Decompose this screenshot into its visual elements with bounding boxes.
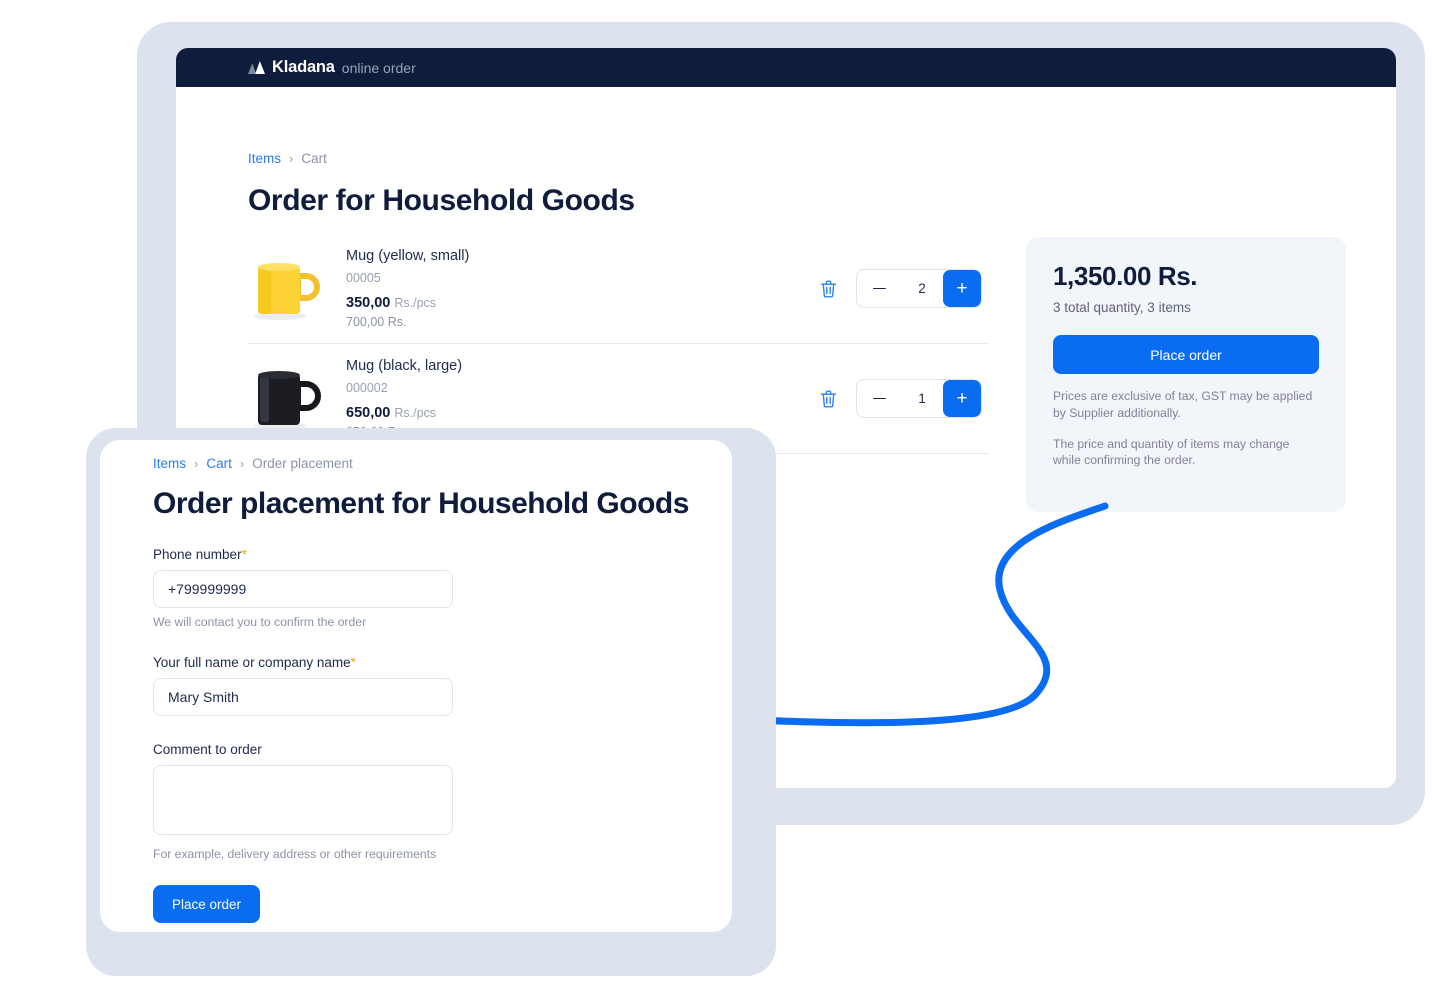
page-title: Order placement for Household Goods [153,487,689,520]
item-details: Mug (yellow, small) 00005 350,00 Rs./pcs … [346,248,817,329]
phone-field-hint: We will contact you to confirm the order [153,615,367,629]
item-line-total: 700,00 Rs. [346,315,407,329]
mountain-logo-icon [248,61,265,74]
breadcrumb-separator-icon: › [194,456,199,471]
full-name-input[interactable] [153,678,453,716]
phone-field-label: Phone number* [153,547,732,562]
comment-field-group: Comment to order For example, delivery a… [153,742,732,861]
item-unit-price: 650,00 [346,405,391,421]
order-summary-card: 1,350.00 Rs. 3 total quantity, 3 items P… [1026,237,1346,512]
name-label-text: Your full name or company name [153,655,351,670]
breadcrumb-item-items[interactable]: Items [153,456,186,471]
order-item-count: 3 total quantity, 3 items [1053,300,1191,315]
item-code: 00005 [346,271,381,285]
comment-field-hint: For example, delivery address or other r… [153,847,437,861]
brand-name: Kladana [272,58,335,76]
breadcrumb-separator-icon: › [289,151,294,166]
required-asterisk: * [241,547,247,562]
price-change-note: The price and quantity of items may chan… [1053,436,1290,468]
trash-icon[interactable] [817,388,839,410]
breadcrumb: Items › Cart › Order placement [153,440,732,471]
quantity-controls: + [817,379,988,418]
quantity-decrease-button[interactable] [857,380,901,417]
order-total: 1,350.00 Rs. [1053,261,1198,291]
cart-items-list: Mug (yellow, small) 00005 350,00 Rs./pcs … [248,234,988,454]
phone-input[interactable] [153,570,453,608]
name-field-group: Your full name or company name* [153,655,732,716]
item-price-line: 350,00 Rs./pcs [346,294,817,312]
item-price-unit: Rs./pcs [394,296,437,310]
quantity-increase-button[interactable]: + [943,270,981,307]
order-placement-card: Items › Cart › Order placement Order pla… [100,440,732,932]
quantity-stepper[interactable]: + [856,379,982,418]
item-price-line: 650,00 Rs./pcs [346,404,817,422]
comment-textarea[interactable] [153,765,453,835]
phone-label-text: Phone number [153,547,242,562]
trash-icon[interactable] [817,278,839,300]
item-unit-price: 350,00 [346,295,391,311]
quantity-controls: + [817,269,988,308]
black-mug-image [248,360,326,438]
minus-icon [872,397,886,400]
table-row: Mug (yellow, small) 00005 350,00 Rs./pcs … [248,234,988,344]
quantity-input[interactable] [901,391,943,406]
brand-subtitle: online order [341,59,416,76]
item-name: Mug (black, large) [346,358,463,374]
breadcrumb-separator-icon: › [239,456,245,471]
breadcrumb-item-order-placement: Order placement [252,456,353,471]
breadcrumb: Items › Cart [248,87,1396,166]
quantity-stepper[interactable]: + [856,269,982,308]
app-header: Kladana online order [176,48,1396,87]
breadcrumb-item-items[interactable]: Items [248,151,281,166]
name-field-label: Your full name or company name* [153,655,732,670]
yellow-mug-image [248,250,326,328]
item-price-unit: Rs./pcs [394,406,437,420]
place-order-button[interactable]: Place order [153,885,261,923]
item-details: Mug (black, large) 000002 650,00 Rs./pcs … [346,358,817,439]
phone-field-group: Phone number* We will contact you to con… [153,547,732,629]
comment-field-label: Comment to order [153,742,262,757]
quantity-input[interactable] [901,281,943,296]
breadcrumb-item-cart[interactable]: Cart [206,456,232,471]
page-title: Order for Household Goods [248,184,635,217]
required-asterisk: * [350,655,356,670]
quantity-increase-button[interactable]: + [943,380,981,417]
minus-icon [872,287,886,290]
place-order-button[interactable]: Place order [1053,335,1319,374]
item-code: 000002 [346,381,388,395]
tax-note: Prices are exclusive of tax, GST may be … [1053,389,1313,420]
quantity-decrease-button[interactable] [857,270,901,307]
breadcrumb-item-cart: Cart [301,151,327,166]
item-name: Mug (yellow, small) [346,248,470,264]
